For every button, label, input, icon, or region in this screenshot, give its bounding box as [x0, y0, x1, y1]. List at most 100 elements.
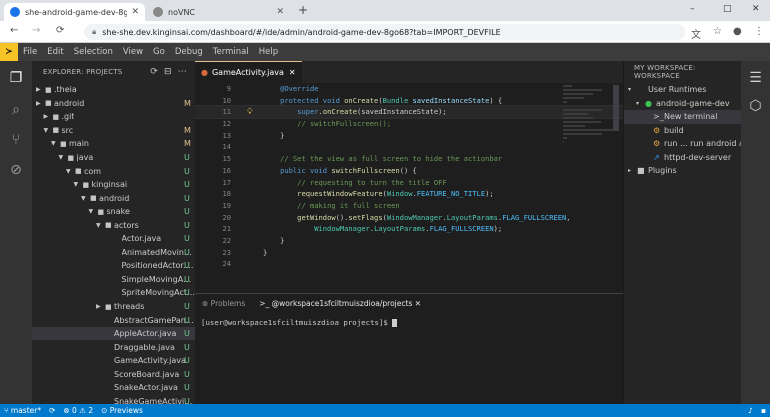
maximize-icon[interactable]: □	[723, 4, 732, 14]
source-control-icon[interactable]: ⑂	[7, 131, 25, 149]
chrome-menu-icon[interactable]: ⋮	[754, 26, 764, 37]
git-status-badge: U	[184, 220, 190, 230]
tree-file[interactable]: Draggable.java U	[32, 340, 195, 354]
url-input[interactable]: 🔒︎ she-she.dev.kinginsai.com/dashboard/#…	[84, 24, 685, 40]
menu-debug[interactable]: Debug	[170, 47, 208, 57]
workspace-item[interactable]: ▸ ■ Plugins	[624, 164, 741, 178]
tree-folder[interactable]: ▼ ■ src M	[32, 124, 195, 138]
sync-icon[interactable]: ⟳	[45, 406, 59, 415]
menu-help[interactable]: Help	[254, 47, 283, 57]
code-line: 9 @Override	[195, 83, 623, 95]
bookmark-star-icon[interactable]: ☆	[713, 26, 722, 37]
lightbulb-icon[interactable]: 💡︎	[247, 106, 253, 118]
browser-tab-active[interactable]: she-android-game-dev-8go6 ✕	[4, 3, 145, 21]
workspace-list-icon[interactable]: ☰	[746, 69, 765, 88]
debug-icon[interactable]: ⊘	[7, 161, 25, 179]
workspace-item[interactable]: >_ New terminal	[624, 110, 741, 124]
menu-selection[interactable]: Selection	[69, 47, 118, 57]
tree-folder[interactable]: ▼ ■ com U	[32, 164, 195, 178]
menu-go[interactable]: Go	[148, 47, 170, 57]
workspace-item[interactable]: ▾ ● android-game-dev	[624, 97, 741, 111]
notifications-icon[interactable]: ♪	[744, 406, 757, 415]
plugins-cube-icon[interactable]: ⬡	[746, 97, 765, 116]
new-tab-icon[interactable]: +	[298, 3, 308, 17]
tree-folder[interactable]: ▶ ■ threads U	[32, 300, 195, 314]
tab-problems[interactable]: ⊗ Problems	[195, 299, 252, 308]
code-text: }	[263, 130, 284, 142]
close-tab-icon[interactable]: ✕	[276, 7, 284, 17]
tree-folder[interactable]: ▼ ■ java U	[32, 151, 195, 165]
file-tree: ▶ ■ .theia ▶ ■ android M ▶ ■ .git ▼ ■ src M ▼ ■ main M ▼ ■ j…	[32, 83, 195, 404]
workspace-item[interactable]: ⚙ run ... run android app	[624, 137, 754, 151]
profile-icon[interactable]: ●	[733, 26, 742, 37]
chevron-down-icon: ▼	[88, 208, 94, 216]
menu-file[interactable]: File	[18, 47, 42, 57]
menu-terminal[interactable]: Terminal	[208, 47, 254, 57]
tree-folder[interactable]: ▼ ■ actors U	[32, 218, 195, 232]
tree-file[interactable]: ScoreBoard.java U	[32, 367, 195, 381]
tree-file[interactable]: SnakeGameActivity.javaU	[32, 395, 195, 404]
tree-folder[interactable]: ▼ ■ main M	[32, 137, 195, 151]
tree-file[interactable]: Actor.java U	[32, 232, 195, 246]
close-tab-icon[interactable]: ✕	[131, 7, 139, 17]
git-status-badge: U	[184, 247, 190, 257]
tree-file[interactable]: SpriteMovingActor.javaU	[32, 286, 196, 300]
tab-terminal[interactable]: >_ @workspace1sfciltmuiszdioa/projects ✕	[252, 299, 428, 308]
code-text: }	[263, 235, 284, 247]
browser-tab-novnc[interactable]: noVNC ✕	[147, 3, 290, 21]
tree-file[interactable]: SnakeActor.java U	[32, 381, 195, 395]
workspace-item[interactable]: ⚙ build	[624, 124, 741, 138]
minimap-line	[563, 101, 567, 103]
code-line: 14	[195, 141, 623, 153]
tree-file[interactable]: AbstractGamePanel.javaU	[32, 313, 195, 327]
tree-folder[interactable]: ▼ ■ android U	[32, 191, 195, 205]
tree-file[interactable]: AppleActor.java U	[32, 326, 195, 341]
tree-file[interactable]: SimpleMovingActor.javaU	[32, 273, 196, 287]
problems-count[interactable]: ⊗ 0 ⚠ 2	[59, 406, 97, 415]
more-icon[interactable]: ⋯	[178, 67, 187, 77]
menu-edit[interactable]: Edit	[42, 47, 68, 57]
git-status-badge: M	[184, 125, 191, 135]
tree-folder[interactable]: ▶ ■ .theia	[32, 83, 195, 97]
previews-button[interactable]: ⊙ Previews	[97, 406, 147, 415]
minimize-icon[interactable]: –	[690, 4, 695, 14]
editor-tab-gameactivity[interactable]: ● GameActivity.java ✕	[195, 61, 302, 83]
code-text: getWindow().setFlags(WindowManager.Layou…	[263, 212, 570, 224]
terminal-output[interactable]: [user@workspace1sfciltmuiszdioa projects…	[195, 318, 623, 327]
code-line: 18 requestWindowFeature(Window.FEATURE_N…	[195, 188, 623, 200]
workspace-item[interactable]: ▾ User Runtimes	[624, 83, 741, 97]
collapse-all-icon[interactable]: ⊟	[164, 67, 172, 77]
search-icon[interactable]: ⌕	[7, 101, 25, 119]
code-editor[interactable]: 9 @Override 10 protected void onCreate(Bu…	[195, 83, 623, 270]
close-editor-tab-icon[interactable]: ✕	[289, 68, 296, 77]
workspace-item[interactable]: ↗ httpd-dev-server	[624, 151, 741, 165]
close-window-icon[interactable]: ✕	[752, 4, 760, 14]
git-status-badge: U	[184, 207, 190, 217]
minimap-line	[563, 125, 586, 127]
line-number: 19	[222, 200, 231, 210]
tree-folder[interactable]: ▶ ■ android M	[32, 97, 195, 111]
translate-icon[interactable]: 文	[691, 26, 701, 41]
menu-view[interactable]: View	[118, 47, 148, 57]
scrollbar-thumb[interactable]	[613, 85, 619, 131]
tab-problems-label: Problems	[210, 298, 246, 308]
forward-icon[interactable]: →	[32, 25, 40, 36]
git-status-badge: U	[184, 369, 190, 379]
line-number: 16	[222, 165, 231, 175]
tree-file[interactable]: AnimatedMovingActor.javaU	[32, 246, 196, 260]
code-token: protected void	[280, 95, 345, 105]
back-icon[interactable]: ←	[10, 25, 18, 36]
tree-folder[interactable]: ▶ ■ .git	[32, 110, 195, 124]
code-line: 19 // making it full screen	[195, 200, 623, 212]
tree-file[interactable]: PositionedActor.java U	[32, 259, 196, 273]
reload-icon[interactable]: ⟳	[56, 25, 64, 36]
refresh-icon[interactable]: ⟳	[150, 67, 158, 77]
git-branch[interactable]: ⑂ master*	[0, 406, 45, 415]
tree-folder[interactable]: ▼ ■ snake U	[32, 205, 195, 219]
tree-file[interactable]: GameActivity.java U	[32, 354, 195, 368]
explorer-icon[interactable]: ❐	[7, 69, 25, 87]
tree-folder[interactable]: ▼ ■ kinginsai U	[32, 178, 195, 192]
git-status-badge: U	[184, 329, 190, 339]
code-line: 24	[195, 258, 623, 270]
